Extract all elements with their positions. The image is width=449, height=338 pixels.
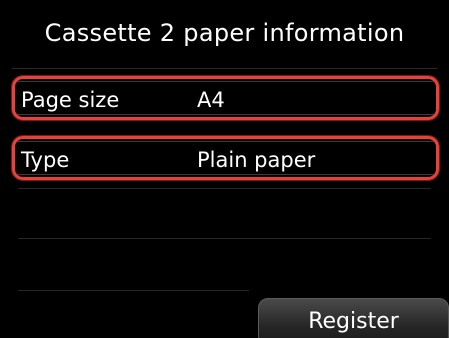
setting-row-type[interactable]: Type Plain paper: [12, 136, 439, 180]
title-divider: [12, 68, 437, 69]
empty-row-divider: [18, 238, 431, 239]
setting-row-body: Page size A4: [17, 81, 434, 115]
type-value: Plain paper: [197, 148, 316, 172]
empty-row-divider: [18, 290, 249, 291]
printer-lcd-screen: Cassette 2 paper information Page size A…: [0, 0, 449, 338]
type-label: Type: [21, 148, 70, 172]
empty-row-divider: [18, 188, 431, 189]
setting-row-page-size[interactable]: Page size A4: [12, 76, 439, 120]
screen-title: Cassette 2 paper information: [44, 19, 405, 47]
page-size-label: Page size: [21, 88, 120, 112]
setting-row-body: Type Plain paper: [17, 141, 434, 175]
register-button[interactable]: Register: [258, 298, 449, 338]
page-size-value: A4: [197, 88, 225, 112]
